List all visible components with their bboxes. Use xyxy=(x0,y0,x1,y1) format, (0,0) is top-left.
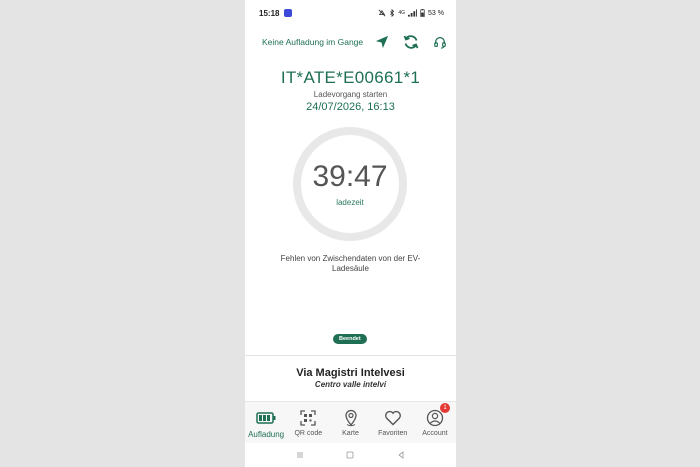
timer-label: ladezeit xyxy=(336,198,364,207)
location-name: Via Magistri Intelvesi xyxy=(296,367,405,379)
back-icon[interactable] xyxy=(394,448,408,462)
qr-code-icon xyxy=(298,409,318,427)
battery-icon xyxy=(256,409,276,427)
signal-icon xyxy=(408,9,418,17)
phone-screen: 15:18 4G 53 % Keine Aufladung im Gange I… xyxy=(245,0,456,467)
charging-status-text: Keine Aufladung im Gange xyxy=(262,37,364,47)
tab-label: Favoriten xyxy=(378,430,408,437)
charging-timer: 39:47 ladezeit xyxy=(292,126,408,242)
tab-account[interactable]: Account 1 xyxy=(414,402,456,444)
bluetooth-icon xyxy=(390,9,395,17)
tab-karte[interactable]: Karte xyxy=(329,402,371,444)
android-nav-bar xyxy=(245,443,456,467)
tab-label: Account xyxy=(422,430,448,437)
tab-label: Aufladung xyxy=(248,430,285,439)
tab-aufladung[interactable]: Aufladung xyxy=(245,402,287,444)
header: Keine Aufladung im Gange xyxy=(245,30,456,54)
tab-qr-code[interactable]: QR code xyxy=(287,402,329,444)
missing-data-message: Fehlen von Zwischendaten von der EV-Lade… xyxy=(280,254,421,273)
battery-percent: 53 % xyxy=(428,9,444,17)
bottom-tab-bar: Aufladung QR code Karte Favoriten Accoun… xyxy=(245,401,456,444)
home-icon[interactable] xyxy=(343,448,357,462)
status-badge: Beendet xyxy=(333,334,367,344)
mute-icon xyxy=(378,9,386,17)
timer-value: 39:47 xyxy=(312,160,388,193)
session-datetime: 24/07/2026, 16:13 xyxy=(306,101,395,113)
app-notification-icon xyxy=(284,9,293,17)
battery-status-icon xyxy=(420,9,425,17)
divider xyxy=(245,355,456,356)
notification-badge: 1 xyxy=(440,403,451,413)
session-label: Ladevorgang starten xyxy=(313,90,388,99)
tab-label: QR code xyxy=(294,430,323,437)
status-bar: 15:18 4G 53 % xyxy=(245,0,456,26)
map-pin-icon xyxy=(341,409,361,427)
network-type: 4G xyxy=(398,10,406,16)
station-id: IT*ATE*E00661*1 xyxy=(280,68,421,87)
tab-favoriten[interactable]: Favoriten xyxy=(372,402,414,444)
navigation-arrow-icon[interactable] xyxy=(374,34,390,50)
recent-apps-icon[interactable] xyxy=(293,448,307,462)
location-subtitle: Centro valle intelvi xyxy=(314,380,387,389)
tab-label: Karte xyxy=(342,430,359,437)
heart-icon xyxy=(383,409,403,427)
headset-support-icon[interactable] xyxy=(432,34,448,50)
status-time: 15:18 xyxy=(259,8,280,18)
refresh-icon[interactable] xyxy=(403,34,419,50)
